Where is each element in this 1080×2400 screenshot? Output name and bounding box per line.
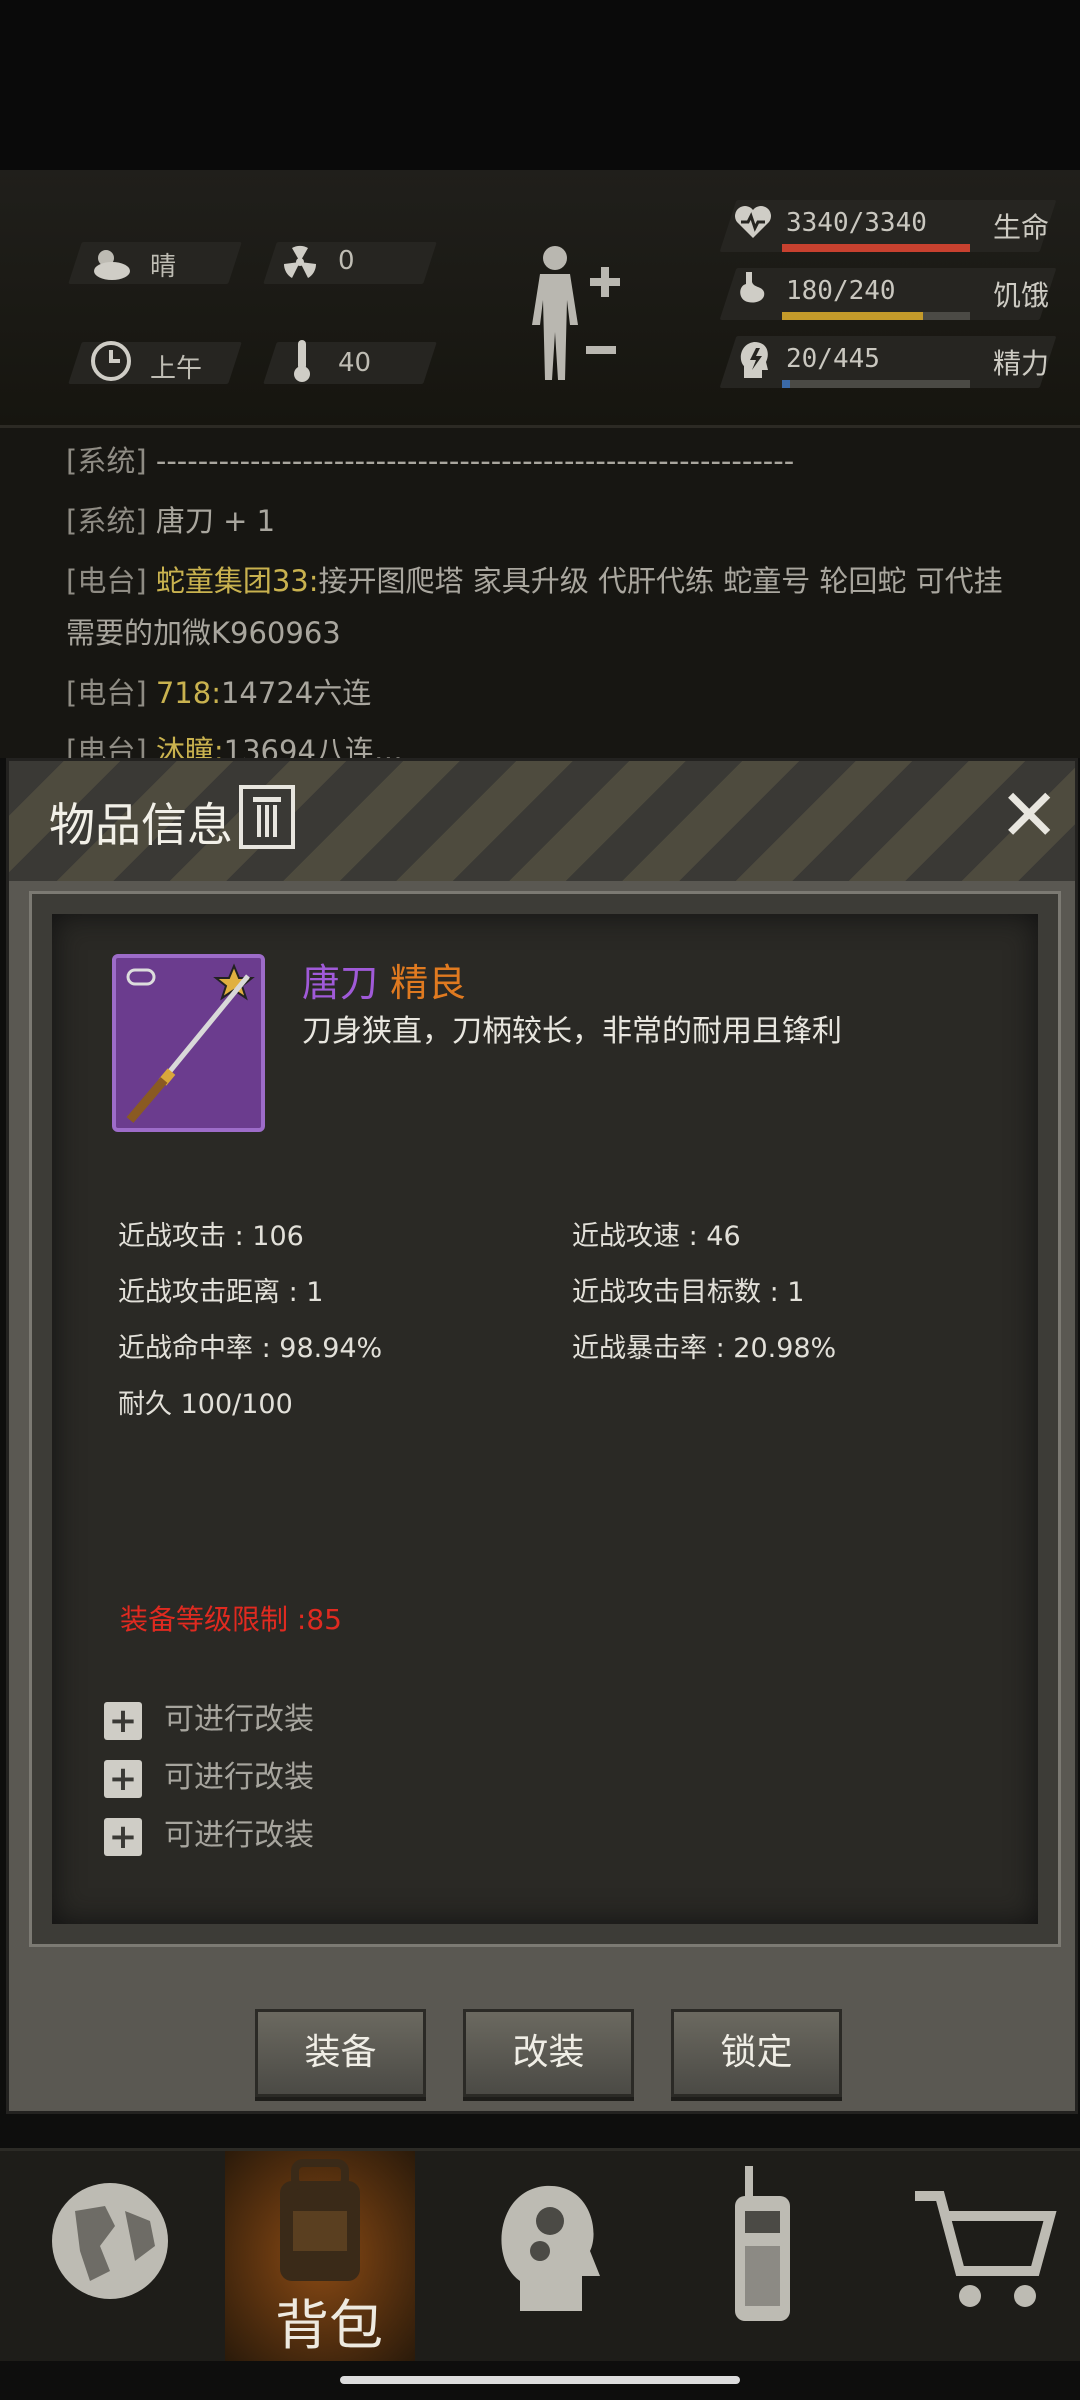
hunger-label: 饥饿	[993, 279, 1050, 312]
health-bar	[782, 244, 970, 252]
stat-melee-hit-rate: 近战命中率 : 98.94%	[118, 1333, 383, 1364]
backpack-icon[interactable]: 背包	[225, 2151, 415, 2361]
heart-icon	[733, 204, 773, 244]
status-panel: 晴 0 上午 40 3340/3340 生命 180/240 饥饿 20/445…	[0, 170, 1080, 428]
health-bar-fill	[782, 244, 970, 252]
shop-cart-icon[interactable]	[885, 2151, 1075, 2361]
backpack-label: 背包	[275, 2294, 383, 2357]
energy-label: 精力	[993, 347, 1050, 380]
chat-log[interactable]: [系统] -----------------------------------…	[0, 428, 1080, 768]
energy-head-icon	[738, 338, 772, 386]
skills-head-icon[interactable]	[450, 2151, 640, 2361]
weather-text: 晴	[150, 252, 177, 282]
weather-icon	[88, 244, 132, 288]
item-detail-panel: 唐刀 精良 刀身狭直，刀柄较长，非常的耐用且锋利 近战攻击 : 106 近战攻击…	[52, 914, 1038, 1924]
modal-title: 物品信息	[49, 798, 233, 852]
radio-icon[interactable]	[665, 2151, 855, 2361]
thermometer-icon	[290, 338, 314, 388]
plus-icon: +	[104, 1817, 142, 1856]
stat-melee-range: 近战攻击距离 : 1	[118, 1277, 324, 1308]
mod-slot[interactable]: + 可进行改装	[104, 1752, 314, 1798]
tang-dao-item-icon	[112, 954, 265, 1132]
chat-line: [电台] 718:14724六连	[66, 676, 372, 710]
chat-line: 需要的加微K960963	[66, 616, 341, 650]
health-value: 3340/3340	[786, 208, 927, 238]
chat-line: [电台] 蛇童集团33:接开图爬塔 家具升级 代肝代练 蛇童号 轮回蛇 可代挂	[66, 564, 1003, 598]
stat-melee-attack: 近战攻击 : 106	[118, 1221, 304, 1252]
close-icon[interactable]: ✕	[999, 779, 1059, 851]
system-status-area	[0, 0, 1080, 170]
plus-icon: +	[104, 1759, 142, 1798]
bottom-nav: 背包	[0, 2148, 1080, 2361]
chat-line: [系统] -----------------------------------…	[66, 444, 795, 478]
stat-melee-speed: 近战攻速 : 46	[572, 1221, 741, 1252]
item-detail-frame: 唐刀 精良 刀身狭直，刀柄较长，非常的耐用且锋利 近战攻击 : 106 近战攻击…	[29, 891, 1061, 1947]
radiation-icon	[280, 242, 320, 286]
body-status-icon[interactable]	[520, 240, 630, 394]
health-label: 生命	[993, 211, 1050, 244]
energy-bar-fill	[782, 380, 791, 388]
item-info-modal: 物品信息 ✕ 唐刀 精良 刀身狭直，刀柄较长，非常的耐用且锋利 近战攻击 : 1…	[6, 758, 1078, 2114]
stat-melee-crit-rate: 近战暴击率 : 20.98%	[572, 1333, 837, 1364]
energy-bar	[782, 380, 970, 388]
temperature-value: 40	[338, 348, 372, 378]
equip-button[interactable]: 装备	[255, 2009, 426, 2097]
item-description: 刀身狭直，刀柄较长，非常的耐用且锋利	[302, 1014, 842, 1049]
world-map-icon[interactable]	[15, 2151, 205, 2361]
hunger-value: 180/240	[786, 276, 896, 306]
equip-level-requirement: 装备等级限制 :85	[120, 1603, 342, 1636]
modify-button[interactable]: 改装	[463, 2009, 634, 2097]
energy-value: 20/445	[786, 344, 880, 374]
lock-button[interactable]: 锁定	[671, 2009, 842, 2097]
stat-melee-targets: 近战攻击目标数 : 1	[572, 1277, 805, 1308]
clock-icon	[90, 340, 132, 386]
mod-slot[interactable]: + 可进行改装	[104, 1810, 314, 1856]
trash-icon[interactable]	[239, 785, 295, 849]
hunger-bar-fill	[782, 312, 923, 320]
time-text: 上午	[150, 354, 203, 384]
radiation-value: 0	[338, 246, 355, 276]
stomach-icon	[736, 270, 770, 316]
stat-durability: 耐久 100/100	[118, 1389, 293, 1420]
item-name: 唐刀 精良	[302, 961, 467, 1005]
plus-icon: +	[104, 1701, 142, 1740]
chat-line: [系统] 唐刀 + 1	[66, 504, 276, 538]
mod-slot[interactable]: + 可进行改装	[104, 1694, 314, 1740]
hunger-bar	[782, 312, 970, 320]
home-indicator[interactable]	[340, 2376, 740, 2384]
